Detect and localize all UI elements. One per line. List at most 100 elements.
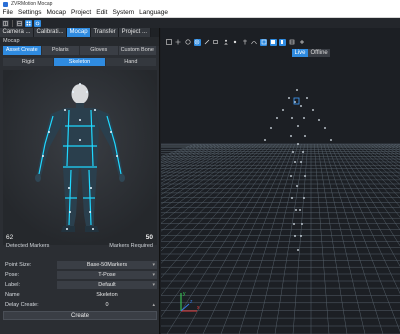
point-size-value: Base-50Markers — [86, 261, 128, 268]
trail-icon[interactable] — [251, 39, 258, 46]
menu-bar: File Settings Mocap Project Edit System … — [0, 8, 400, 18]
menu-mocap[interactable]: Mocap — [44, 8, 69, 18]
label-row: Label: Default ▾ — [3, 280, 157, 289]
label-value: Default — [98, 281, 116, 288]
panel-tabs: Camera ... Calibrati... Mocap Transfer P… — [0, 28, 159, 37]
view-4-icon[interactable] — [289, 39, 296, 46]
required-markers-count: 50 — [145, 234, 153, 241]
stepper-icon[interactable]: ▴ — [152, 301, 155, 309]
marker-dot — [330, 139, 332, 141]
marker-dot — [300, 235, 302, 237]
chevron-down-icon: ▾ — [152, 261, 155, 268]
asset-create-button[interactable]: Asset Create — [3, 46, 41, 55]
main-toolbar — [0, 18, 400, 28]
polaris-button[interactable]: Polaris — [41, 46, 79, 55]
menu-language[interactable]: Language — [137, 8, 171, 18]
tab-calibration[interactable]: Calibrati... — [34, 28, 68, 37]
bone-icon[interactable] — [203, 39, 210, 46]
marker-dot — [318, 119, 320, 121]
detected-markers-count: 62 — [6, 234, 14, 241]
rotate-icon[interactable] — [184, 39, 191, 46]
add-icon[interactable] — [298, 39, 305, 46]
skeleton-view-icon[interactable] — [241, 39, 248, 46]
marker-dot — [300, 161, 302, 163]
offline-button[interactable]: Offline — [308, 49, 331, 57]
create-button[interactable]: Create — [3, 311, 157, 320]
live-offline-toggle: Live Offline — [292, 49, 331, 57]
point-size-row: Point Size: Base-50Markers ▾ — [3, 260, 157, 269]
menu-system[interactable]: System — [110, 8, 137, 18]
layout-icon[interactable] — [2, 19, 9, 27]
name-field[interactable]: Skeleton — [57, 291, 157, 299]
body-type-bar: Rigid Skeleton Hand — [3, 58, 156, 66]
pose-label: Pose: — [5, 271, 20, 278]
marker-dot — [292, 151, 294, 153]
point-size-select[interactable]: Base-50Markers ▾ — [57, 260, 157, 269]
menu-project[interactable]: Project — [69, 8, 94, 18]
translate-icon[interactable] — [175, 39, 182, 46]
live-button[interactable]: Live — [292, 49, 309, 57]
mocap-panel: Camera ... Calibrati... Mocap Transfer P… — [0, 28, 160, 334]
detected-markers-label: Detected Markers — [6, 243, 50, 249]
name-row: Name Skeleton — [3, 290, 157, 299]
marker-dot — [295, 209, 297, 211]
menu-settings[interactable]: Settings — [15, 8, 44, 18]
marker-dot — [296, 185, 298, 187]
menu-file[interactable]: File — [0, 8, 15, 18]
camera-icon[interactable] — [213, 39, 220, 46]
asset-type-bar: Asset Create Polaris Gloves Custom Bone — [3, 46, 156, 55]
tab-project[interactable]: Project ... — [119, 28, 151, 37]
app-icon — [3, 1, 8, 7]
marker-dot — [294, 161, 296, 163]
marker-dot — [294, 235, 296, 237]
skeleton-button[interactable]: Skeleton — [54, 58, 105, 66]
sync-icon[interactable] — [34, 19, 41, 27]
marker-dot — [282, 109, 284, 111]
section-label: Mocap — [0, 37, 159, 46]
view-3-icon[interactable] — [279, 38, 286, 46]
tab-transfer[interactable]: Transfer — [91, 28, 120, 37]
marker-dot — [299, 209, 301, 211]
chevron-down-icon: ▾ — [152, 281, 155, 288]
marker-dot — [291, 117, 293, 119]
rigid-button[interactable]: Rigid — [3, 58, 54, 66]
pose-select[interactable]: T-Pose ▾ — [57, 270, 157, 279]
viewport-canvas[interactable]: y x z — [161, 28, 400, 334]
delay-value: 0 — [105, 301, 109, 308]
marker-dot — [324, 127, 326, 129]
viewport-toolbar — [161, 38, 400, 46]
marker-dot — [306, 97, 308, 99]
people-icon[interactable] — [222, 39, 229, 46]
delay-field[interactable]: 0 ▴ — [57, 301, 157, 309]
marker-dot — [303, 117, 305, 119]
pose-value: T-Pose — [98, 271, 116, 278]
gloves-button[interactable]: Gloves — [80, 46, 118, 55]
marker-dot — [297, 125, 299, 127]
toolbar-separator — [12, 19, 13, 27]
label-label: Label: — [5, 281, 20, 288]
tab-mocap[interactable]: Mocap — [67, 28, 92, 37]
grid-view-icon[interactable] — [25, 19, 32, 27]
chevron-down-icon: ▾ — [152, 271, 155, 278]
marker-dot — [303, 197, 305, 199]
3d-viewport[interactable]: y x z Live Offline — [161, 28, 400, 334]
target-icon[interactable] — [193, 38, 201, 46]
tab-camera[interactable]: Camera ... — [0, 28, 35, 37]
split-view-icon[interactable] — [16, 19, 23, 27]
view-2-icon[interactable] — [269, 38, 277, 46]
marker-dot — [288, 97, 290, 99]
frame-icon[interactable] — [165, 39, 172, 46]
marker-dot — [304, 175, 306, 177]
marker-dot — [270, 127, 272, 129]
marker-label-icon[interactable] — [232, 39, 239, 46]
marker-dot — [296, 89, 298, 91]
hand-button[interactable]: Hand — [105, 58, 156, 66]
marker-dot — [312, 109, 314, 111]
marker-dot — [291, 197, 293, 199]
delay-label: Delay Create: — [5, 301, 39, 308]
view-1-icon[interactable] — [260, 38, 267, 46]
custom-bone-button[interactable]: Custom Bone — [118, 46, 156, 55]
label-select[interactable]: Default ▾ — [57, 280, 157, 289]
menu-edit[interactable]: Edit — [94, 8, 110, 18]
suit-figure-icon — [3, 70, 157, 245]
